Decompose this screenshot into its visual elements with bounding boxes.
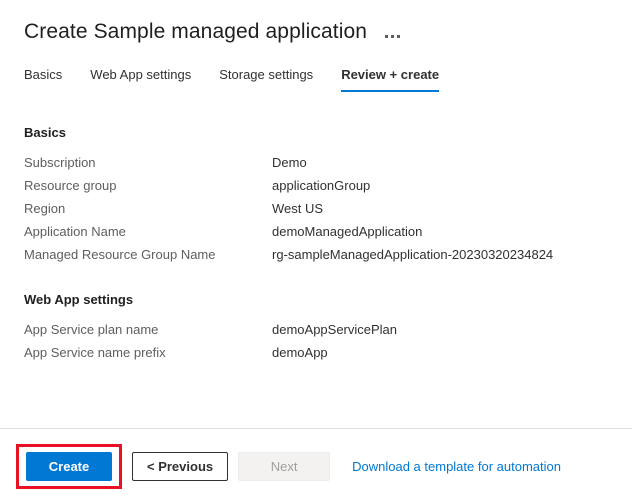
ellipsis-horizontal-icon[interactable] (383, 33, 402, 40)
section-heading-basics: Basics (24, 124, 632, 142)
summary-label: Managed Resource Group Name (24, 246, 272, 264)
tab-web-app-settings[interactable]: Web App settings (90, 66, 191, 92)
download-template-link[interactable]: Download a template for automation (352, 459, 561, 474)
section-basics: Basics Subscription Demo Resource group … (0, 124, 632, 269)
next-button: Next (238, 452, 330, 481)
summary-row-resource-group: Resource group applicationGroup (24, 177, 632, 200)
summary-value: rg-sampleManagedApplication-202303202348… (272, 246, 553, 264)
summary-label: Subscription (24, 154, 272, 172)
summary-row-app-service-name-prefix: App Service name prefix demoApp (24, 344, 632, 367)
title-row: Create Sample managed application (0, 0, 632, 46)
summary-value: demoApp (272, 344, 328, 362)
summary-label: App Service name prefix (24, 344, 272, 362)
ellipsis-dot (397, 35, 400, 38)
ellipsis-dot (391, 35, 394, 38)
summary-row-subscription: Subscription Demo (24, 154, 632, 177)
summary-value: applicationGroup (272, 177, 370, 195)
summary-row-managed-resource-group-name: Managed Resource Group Name rg-sampleMan… (24, 246, 632, 269)
summary-label: Region (24, 200, 272, 218)
summary-label: Application Name (24, 223, 272, 241)
tab-review-create[interactable]: Review + create (341, 66, 439, 92)
section-heading-web-app-settings: Web App settings (24, 291, 632, 309)
footer-actions: Create < Previous Next Download a templa… (0, 429, 632, 501)
summary-row-application-name: Application Name demoManagedApplication (24, 223, 632, 246)
page-title: Create Sample managed application (24, 18, 367, 46)
summary-value: West US (272, 200, 323, 218)
ellipsis-dot (385, 35, 388, 38)
tab-basics[interactable]: Basics (24, 66, 62, 92)
wizard-footer: Create < Previous Next Download a templa… (0, 428, 632, 501)
create-button[interactable]: Create (26, 452, 112, 481)
summary-row-region: Region West US (24, 200, 632, 223)
wizard-tabs: Basics Web App settings Storage settings… (0, 64, 632, 92)
review-content: Basics Subscription Demo Resource group … (0, 124, 632, 367)
previous-button[interactable]: < Previous (132, 452, 228, 481)
create-button-highlight-annotation: Create (16, 444, 122, 489)
page-header: Create Sample managed application Basics… (0, 0, 632, 92)
summary-label: Resource group (24, 177, 272, 195)
tab-storage-settings[interactable]: Storage settings (219, 66, 313, 92)
summary-row-app-service-plan-name: App Service plan name demoAppServicePlan (24, 321, 632, 344)
summary-value: demoManagedApplication (272, 223, 422, 241)
summary-label: App Service plan name (24, 321, 272, 339)
summary-value: Demo (272, 154, 307, 172)
section-web-app-settings: Web App settings App Service plan name d… (0, 291, 632, 367)
summary-value: demoAppServicePlan (272, 321, 397, 339)
